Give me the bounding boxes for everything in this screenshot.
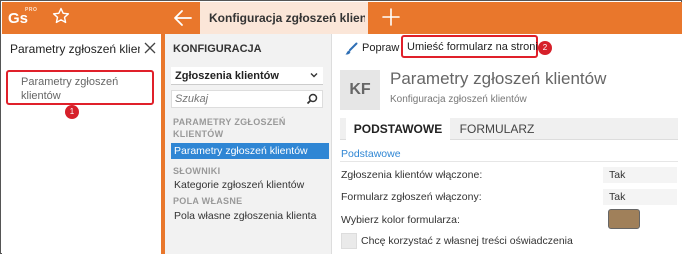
app-logo[interactable]: Gs PRO [8, 7, 38, 29]
tab-bar: PODSTAWOWE FORMULARZ [340, 118, 678, 140]
app-frame: Gs PRO Konfiguracja zgłoszeń klient Para… [0, 0, 682, 254]
config-nav: KONFIGURACJA Zgłoszenia klientów PARAMET… [165, 34, 331, 254]
chevron-down-icon [310, 73, 318, 78]
list-item-label: Parametry zgłoszeń klientów [21, 76, 119, 102]
page-subtitle: Konfiguracja zgłoszeń klientów [390, 94, 527, 105]
section-label: Podstawowe [341, 148, 401, 160]
section-divider [340, 161, 678, 162]
search-icon[interactable] [306, 93, 318, 105]
module-select[interactable]: Zgłoszenia klientów [171, 67, 323, 85]
plus-icon[interactable] [381, 7, 401, 27]
nav-section-parametry: PARAMETRY ZGŁOSZEŃ KLIENTÓW [173, 117, 286, 139]
nav-search [171, 90, 323, 108]
custom-statement-checkbox[interactable] [341, 233, 357, 249]
tab-podstawowe[interactable]: PODSTAWOWE [346, 118, 450, 140]
place-form-label: Umieść formularz na stronie [407, 41, 544, 53]
close-icon[interactable] [144, 42, 156, 54]
star-icon[interactable] [51, 6, 71, 26]
field-value-formularz[interactable]: Tak [603, 189, 677, 205]
field-label-formularz: Formularz zgłoszeń włączony: [341, 191, 482, 203]
step-marker-1: 1 [65, 105, 79, 119]
nav-section-slowniki: SŁOWNIKI [173, 166, 221, 176]
tab-title: Konfiguracja zgłoszeń klient [209, 11, 365, 25]
nav-title: KONFIGURACJA [173, 43, 262, 55]
main-content: Popraw Umieść formularz na stronie KF Pa… [332, 34, 682, 254]
back-arrow-icon[interactable] [172, 7, 194, 29]
field-label-kolor: Wybierz kolor formularza: [341, 214, 460, 226]
field-value-zgloszenia[interactable]: Tak [603, 167, 677, 183]
page-title: Parametry zgłoszeń klientów [390, 69, 607, 88]
place-form-button[interactable]: Umieść formularz na stronie [401, 35, 544, 58]
tab-formularz[interactable]: FORMULARZ [454, 118, 540, 140]
module-select-value: Zgłoszenia klientów [175, 70, 279, 82]
tab-konfiguracja[interactable]: Konfiguracja zgłoszeń klient [200, 2, 368, 34]
logo-badge: PRO [25, 7, 38, 13]
nav-section-pola: POLA WŁASNE [173, 196, 243, 206]
color-picker[interactable] [608, 209, 640, 229]
nav-link-pola-wlasne[interactable]: Pola własne zgłoszenia klienta [171, 208, 329, 224]
left-pane: Parametry zgłoszeń klien Parametry zgłos… [2, 34, 162, 254]
field-label-zgloszenia: Zgłoszenia klientów włączone: [341, 169, 483, 181]
search-input[interactable] [175, 92, 300, 106]
checkbox-label: Chcę korzystać z własnej treści oświadcz… [361, 235, 573, 247]
edit-button[interactable]: Popraw [362, 42, 399, 54]
left-pane-title: Parametry zgłoszeń klien [10, 42, 140, 56]
list-item-parametry[interactable]: Parametry zgłoszeń klientów [6, 70, 154, 105]
nav-link-kategorie[interactable]: Kategorie zgłoszeń klientów [171, 177, 329, 193]
avatar: KF [340, 70, 380, 110]
brush-icon[interactable] [344, 42, 358, 56]
step-marker-2: 2 [538, 41, 552, 55]
toolbar: Popraw Umieść formularz na stronie [332, 34, 682, 62]
nav-link-parametry[interactable]: Parametry zgłoszeń klientów [171, 143, 329, 159]
